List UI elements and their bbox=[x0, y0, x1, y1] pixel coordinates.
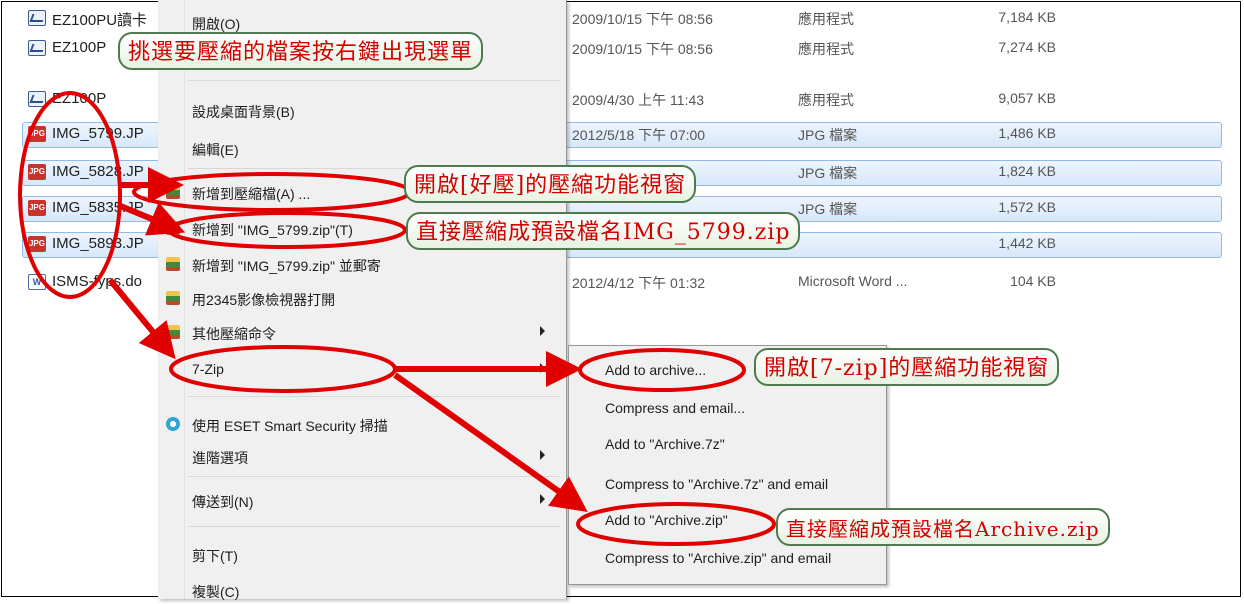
file-name: ISMS-fyps.do bbox=[52, 273, 143, 290]
file-type: JPG 檔案 bbox=[798, 127, 858, 143]
menu-item-set-wallpaper[interactable]: 設成桌面背景(B) bbox=[158, 96, 563, 124]
file-type: 應用程式 bbox=[798, 41, 854, 57]
file-type: Microsoft Word ... bbox=[798, 273, 908, 289]
file-size: 7,274 KB bbox=[998, 39, 1056, 55]
file-size: 7,184 KB bbox=[998, 9, 1056, 25]
file-name: IMG_5799.JP bbox=[52, 125, 144, 142]
menu-item-other-compress[interactable]: 其他壓縮命令 bbox=[158, 318, 563, 346]
callout-default-name-archive: 直接壓縮成預設檔名Archive.zip bbox=[776, 508, 1110, 546]
file-date: 2009/4/30 上午 11:43 bbox=[572, 92, 705, 108]
file-type: JPG 檔案 bbox=[798, 201, 858, 217]
menu-item-label: 進階選項 bbox=[192, 450, 248, 466]
context-menu: 開啟(O) 設成桌面背景(B) 編輯(E) 新增到壓縮檔(A) ... 新增到 … bbox=[158, 0, 567, 600]
menu-item-send-to[interactable]: 傳送到(N) bbox=[158, 486, 563, 514]
submenu-item-label: Add to "Archive.zip" bbox=[605, 512, 728, 528]
submenu-item-compress-7z-email[interactable]: Compress to "Archive.7z" and email bbox=[569, 470, 886, 500]
menu-item-eset-scan[interactable]: 使用 ESET Smart Security 掃描 bbox=[158, 410, 563, 438]
app-icon bbox=[28, 91, 46, 107]
callout-7zip-window: 開啟[7-zip]的壓縮功能視窗 bbox=[754, 348, 1060, 386]
callout-select-files: 挑選要壓縮的檔案按右鍵出現選單 bbox=[118, 32, 484, 70]
archive-icon bbox=[166, 257, 180, 271]
file-name: EZ100PU讀卡 bbox=[52, 12, 148, 29]
archive-icon bbox=[166, 185, 180, 199]
submenu-item-label: Compress and email... bbox=[605, 400, 746, 416]
menu-item-cut[interactable]: 剪下(T) bbox=[158, 540, 563, 568]
file-size: 1,442 KB bbox=[998, 235, 1056, 251]
menu-separator bbox=[188, 80, 560, 81]
file-type: 應用程式 bbox=[798, 92, 854, 108]
archive-icon bbox=[166, 325, 180, 339]
file-name: IMG_5893.JP bbox=[52, 235, 144, 252]
menu-item-label: 新增到壓縮檔(A) ... bbox=[192, 186, 311, 202]
file-size: 9,057 KB bbox=[998, 90, 1056, 106]
file-date: 2012/4/12 下午 01:32 bbox=[572, 275, 706, 291]
menu-item-label: 設成桌面背景(B) bbox=[192, 104, 295, 120]
word-doc-icon: W bbox=[28, 274, 46, 290]
submenu-item-compress-email[interactable]: Compress and email... bbox=[569, 394, 886, 424]
menu-item-open-2345-viewer[interactable]: 用2345影像檢視器打開 bbox=[158, 284, 563, 312]
archive-icon bbox=[166, 221, 180, 235]
jpg-icon: JPG bbox=[28, 126, 46, 142]
chevron-right-icon bbox=[540, 363, 545, 373]
submenu-item-label: Add to "Archive.7z" bbox=[605, 436, 725, 452]
menu-item-label: 複製(C) bbox=[192, 584, 240, 600]
file-date: 2009/10/15 下午 08:56 bbox=[572, 41, 713, 57]
menu-item-label: 用2345影像檢視器打開 bbox=[192, 292, 336, 308]
callout-haozip-window: 開啟[好壓]的壓縮功能視窗 bbox=[404, 165, 697, 203]
archive-icon bbox=[166, 291, 180, 305]
submenu-item-label: Compress to "Archive.7z" and email bbox=[605, 476, 829, 492]
chevron-right-icon bbox=[540, 450, 545, 460]
menu-item-add-and-email[interactable]: 新增到 "IMG_5799.zip" 並郵寄 bbox=[158, 250, 563, 278]
jpg-icon: JPG bbox=[28, 236, 46, 252]
menu-item-label: 新增到 "IMG_5799.zip"(T) bbox=[192, 222, 353, 238]
file-type: 應用程式 bbox=[798, 11, 854, 27]
file-name: IMG_5828.JP bbox=[52, 163, 144, 180]
submenu-item-label: Add to archive... bbox=[605, 362, 707, 378]
menu-item-7zip[interactable]: 7-Zip bbox=[158, 355, 563, 383]
file-name: EZ100P bbox=[52, 90, 107, 107]
chevron-right-icon bbox=[540, 326, 545, 336]
eset-icon bbox=[166, 417, 180, 431]
file-size: 104 KB bbox=[1010, 273, 1056, 289]
menu-item-label: 新增到 "IMG_5799.zip" 並郵寄 bbox=[192, 258, 381, 274]
file-date: 2009/10/15 下午 08:56 bbox=[572, 11, 713, 27]
file-size: 1,572 KB bbox=[998, 199, 1056, 215]
file-name: IMG_5835.JP bbox=[52, 199, 144, 216]
file-type: JPG 檔案 bbox=[798, 165, 858, 181]
menu-item-copy[interactable]: 複製(C) bbox=[158, 576, 563, 604]
menu-item-label: 使用 ESET Smart Security 掃描 bbox=[192, 418, 388, 434]
menu-item-label: 剪下(T) bbox=[192, 548, 238, 564]
menu-item-label: 編輯(E) bbox=[192, 142, 239, 158]
chevron-right-icon bbox=[540, 494, 545, 504]
menu-item-label: 其他壓縮命令 bbox=[192, 326, 276, 342]
app-icon bbox=[28, 40, 46, 56]
file-date: 2012/5/18 下午 07:00 bbox=[572, 127, 706, 143]
file-name: EZ100P bbox=[52, 39, 107, 56]
jpg-icon: JPG bbox=[28, 164, 46, 180]
menu-item-advanced[interactable]: 進階選項 bbox=[158, 442, 563, 470]
menu-item-edit[interactable]: 編輯(E) bbox=[158, 134, 563, 162]
file-size: 1,486 KB bbox=[998, 125, 1056, 141]
menu-item-label: 開啟(O) bbox=[192, 16, 241, 32]
jpg-icon: JPG bbox=[28, 200, 46, 216]
submenu-item-label: Compress to "Archive.zip" and email bbox=[605, 550, 832, 566]
menu-separator bbox=[188, 526, 560, 527]
menu-separator bbox=[188, 396, 560, 397]
submenu-item-add-7z[interactable]: Add to "Archive.7z" bbox=[569, 430, 886, 460]
file-size: 1,824 KB bbox=[998, 163, 1056, 179]
menu-item-label: 7-Zip bbox=[192, 361, 224, 377]
app-icon bbox=[28, 10, 46, 26]
callout-default-name-img: 直接壓縮成預設檔名IMG_5799.zip bbox=[406, 212, 801, 250]
submenu-item-compress-zip-email[interactable]: Compress to "Archive.zip" and email bbox=[569, 544, 886, 574]
menu-item-label: 傳送到(N) bbox=[192, 494, 254, 510]
menu-separator bbox=[188, 476, 560, 477]
